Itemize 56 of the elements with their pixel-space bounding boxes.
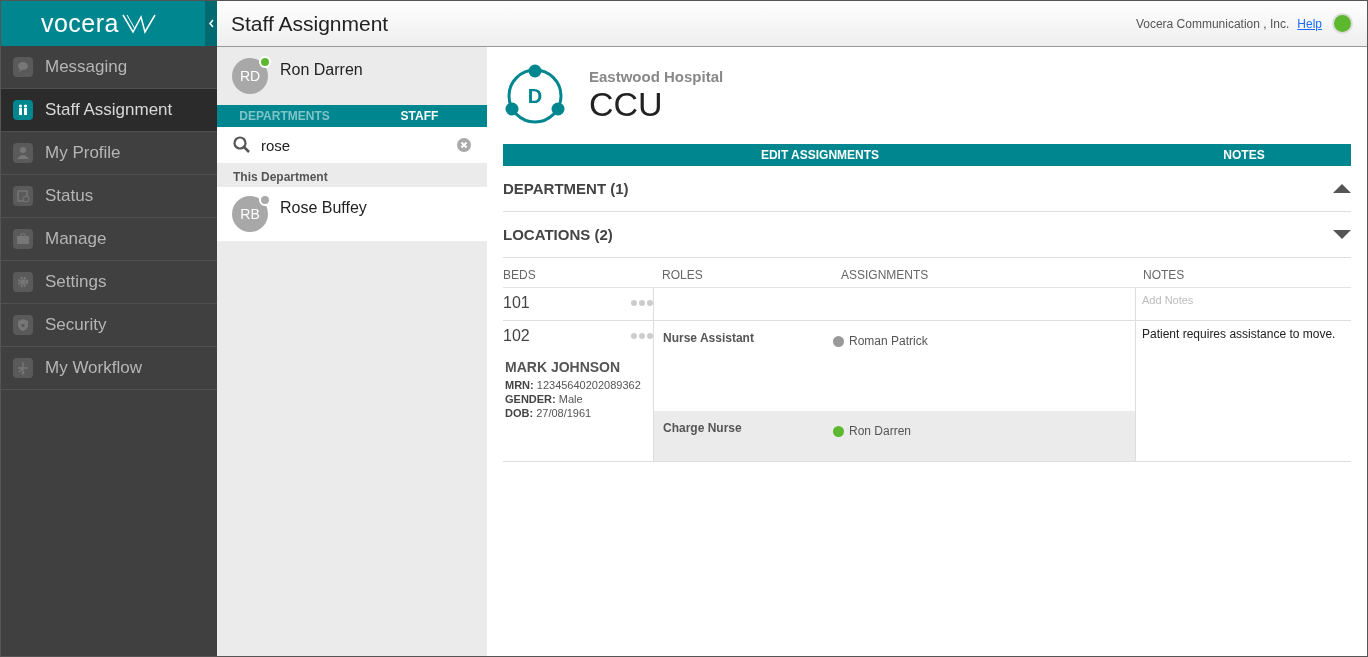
department-name: CCU <box>589 85 664 124</box>
staff-result[interactable]: RB Rose Buffey <box>217 187 487 241</box>
briefcase-icon <box>13 229 33 249</box>
column-header: NOTES <box>1135 258 1351 288</box>
role-name: Charge Nurse <box>663 421 743 435</box>
sidebar-item[interactable]: Security <box>1 304 217 347</box>
page-title: Staff Assignment <box>231 11 390 36</box>
sidebar-item[interactable]: Settings <box>1 261 217 304</box>
gear-icon <box>13 272 33 292</box>
section-header[interactable]: DEPARTMENT (1) <box>503 166 1351 212</box>
avatar-initials: RD <box>239 68 261 84</box>
person-icon <box>13 143 33 163</box>
group-label: This Department <box>232 169 329 186</box>
search-icon <box>233 136 251 154</box>
calendar-clock-icon <box>13 186 33 206</box>
sidebar-item[interactable]: My Workflow <box>1 347 217 390</box>
hospital-name: Eastwood Hospital <box>589 68 724 85</box>
sidebar-item[interactable]: My Profile <box>1 132 217 175</box>
column-header: ROLES <box>654 258 833 288</box>
assignee-name: Ron Darren <box>849 424 912 438</box>
chevron-left-icon <box>207 19 215 28</box>
tab[interactable]: STAFF <box>352 105 487 127</box>
status-indicator[interactable] <box>1332 13 1353 34</box>
shield-icon <box>13 315 33 335</box>
action-button[interactable]: EDIT ASSIGNMENTS <box>503 144 1137 166</box>
section-title: DEPARTMENT (1) <box>503 180 629 197</box>
role-name: Nurse Assistant <box>663 331 755 345</box>
speech-bubble-icon <box>13 57 33 77</box>
avatar-initials: RB <box>240 206 260 222</box>
section-header[interactable]: LOCATIONS (2) <box>503 212 1351 258</box>
more-icon[interactable] <box>631 333 653 339</box>
patient-detail: DOB: 27/08/1961 <box>505 406 593 420</box>
action-button[interactable]: NOTES <box>1137 144 1351 166</box>
logo-text: vocera <box>40 9 119 38</box>
help-link[interactable]: Help <box>1297 16 1322 31</box>
bed-number: 101 <box>503 294 530 312</box>
patient-detail: GENDER: Male <box>505 392 584 406</box>
person-name: Rose Buffey <box>280 198 367 217</box>
bed-number: 102 <box>503 327 530 345</box>
sidebar-item[interactable]: Status <box>1 175 217 218</box>
sidebar-item[interactable]: Manage <box>1 218 217 261</box>
patient-detail: MRN: 12345640202089362 <box>505 378 642 392</box>
patient-name: MARK JOHNSON <box>505 359 622 375</box>
company-name: Vocera Communication , Inc. <box>1135 16 1290 31</box>
collapse-button[interactable] <box>205 1 217 46</box>
clear-icon[interactable] <box>457 138 471 152</box>
assignee-name: Roman Patrick <box>849 334 928 348</box>
more-icon[interactable] <box>631 300 653 306</box>
section-title: LOCATIONS (2) <box>503 226 613 243</box>
column-header: ASSIGNMENTS <box>833 258 1135 288</box>
two-people-icon <box>13 100 33 120</box>
column-header: BEDS <box>503 258 654 288</box>
sidebar-item[interactable]: Staff Assignment <box>1 89 217 132</box>
notes-text: Patient requires assistance to move. <box>1135 321 1351 462</box>
person-name: Ron Darren <box>280 60 363 79</box>
search-bar[interactable]: rose <box>217 127 487 163</box>
